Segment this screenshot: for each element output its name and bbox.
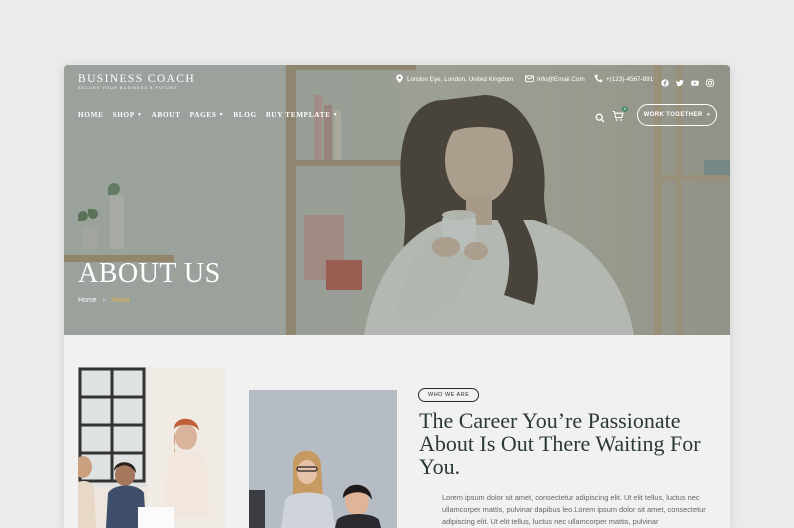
contact-phone[interactable]: +(123)-4567-891 — [594, 74, 653, 85]
about-section: WHO WE ARE The Career You’re Passionate … — [64, 335, 730, 528]
instagram-icon[interactable] — [706, 74, 714, 87]
section-body-text: Lorem ipsum dolor sit amet, consectetur … — [442, 493, 706, 526]
double-chevron-right-icon: » — [706, 112, 711, 118]
section-heading: The Career You’re Passionate About Is Ou… — [419, 408, 701, 479]
nav-item-about[interactable]: ABOUT — [152, 111, 181, 119]
breadcrumb: Home › About — [78, 297, 129, 304]
cta-label: WORK TOGETHER — [643, 112, 703, 118]
nav-label: BLOG — [233, 111, 257, 119]
nav-item-shop[interactable]: SHOP ▼ — [113, 111, 143, 119]
address-text: London Eye, London, United Kingdom — [407, 76, 514, 83]
brand-tagline: SECURE YOUR BUSINESS'S FUTURE — [78, 86, 178, 90]
breadcrumb-current: About — [111, 297, 130, 304]
hero-banner: BUSINESS COACH SECURE YOUR BUSINESS'S FU… — [64, 65, 730, 335]
search-icon[interactable] — [595, 110, 605, 123]
nav-label: HOME — [78, 111, 104, 119]
cart-count-badge: 0 — [622, 106, 628, 112]
nav-label: SHOP — [112, 111, 135, 119]
nav-label: BUY TEMPLATE — [265, 111, 331, 119]
page-title: ABOUT US — [78, 258, 221, 289]
browser-page: BUSINESS COACH SECURE YOUR BUSINESS'S FU… — [64, 65, 730, 528]
brand-logo[interactable]: BUSINESS COACH SECURE YOUR BUSINESS'S FU… — [78, 73, 195, 90]
nav-item-home[interactable]: HOME — [78, 111, 104, 119]
colleagues-photo — [249, 390, 397, 528]
phone-text: +(123)-4567-891 — [606, 76, 654, 83]
who-we-are-tag: WHO WE ARE — [418, 388, 480, 402]
chevron-right-icon: › — [102, 297, 106, 304]
chevron-down-icon: ▼ — [332, 112, 339, 118]
brand-title: BUSINESS COACH — [78, 73, 196, 85]
nav-item-blog[interactable]: BLOG — [233, 111, 257, 119]
email-text: Info@Email.Com — [537, 76, 585, 83]
contact-address[interactable]: London Eye, London, United Kingdom — [395, 74, 513, 85]
team-meeting-photo — [78, 367, 226, 528]
location-pin-icon — [395, 74, 404, 85]
facebook-icon[interactable] — [661, 74, 669, 87]
twitter-icon[interactable] — [676, 74, 684, 87]
main-nav: HOME SHOP ▼ ABOUT PAGES ▼ BLOG BUY TEMPLAT… — [78, 111, 338, 119]
work-together-button[interactable]: WORK TOGETHER » — [637, 104, 717, 126]
chevron-down-icon: ▼ — [218, 112, 225, 118]
breadcrumb-home-link[interactable]: Home — [78, 297, 97, 304]
contact-email[interactable]: Info@Email.Com — [525, 74, 585, 85]
nav-item-buy-template[interactable]: BUY TEMPLATE ▼ — [266, 111, 338, 119]
youtube-icon[interactable] — [691, 74, 699, 86]
mail-icon — [525, 74, 534, 85]
phone-icon — [594, 74, 603, 85]
nav-label: ABOUT — [151, 111, 181, 119]
social-links — [661, 74, 714, 87]
nav-item-pages[interactable]: PAGES ▼ — [190, 111, 225, 119]
nav-label: PAGES — [189, 111, 217, 119]
chevron-down-icon: ▼ — [136, 112, 143, 118]
